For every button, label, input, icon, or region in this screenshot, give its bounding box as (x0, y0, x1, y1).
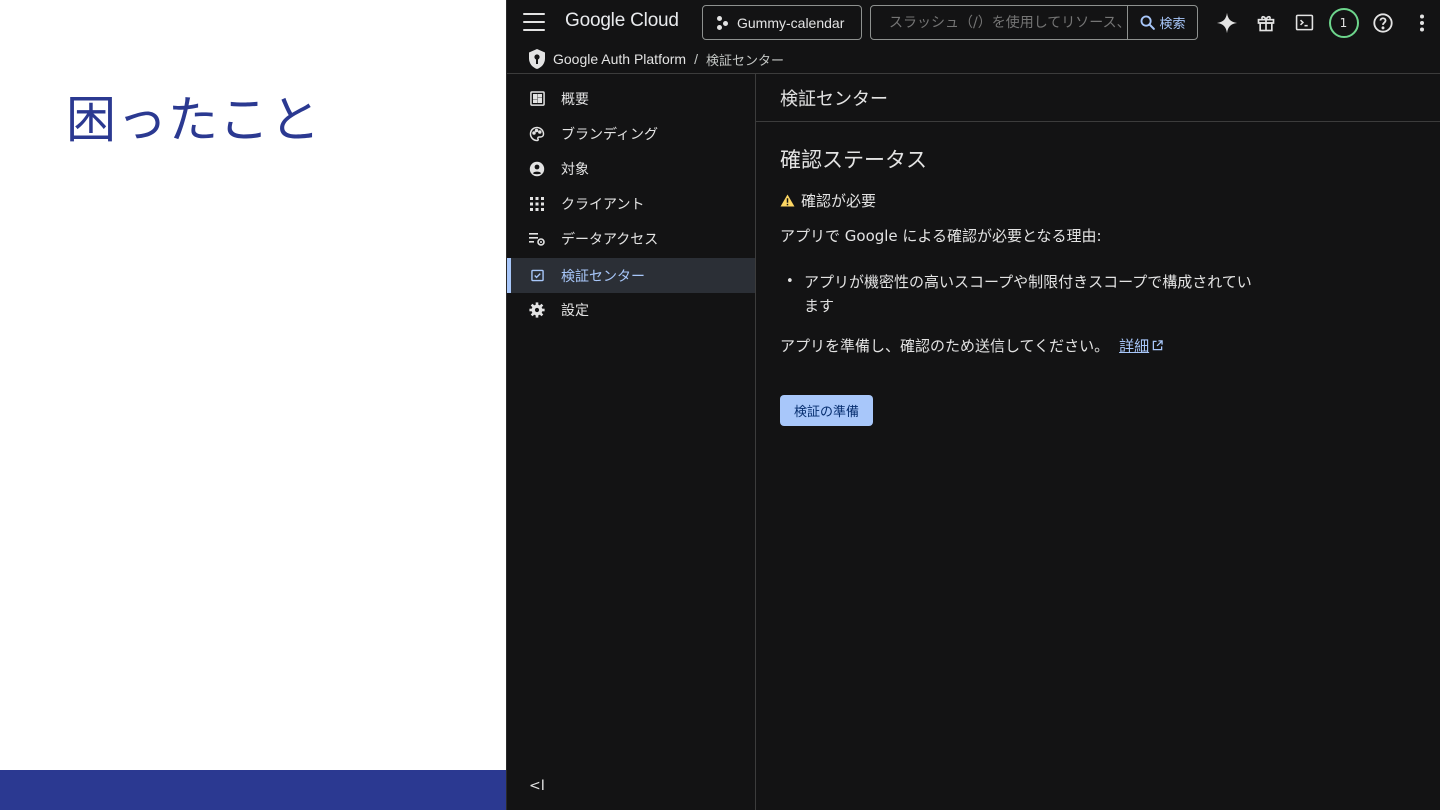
notifications-button[interactable]: 1 (1324, 5, 1363, 40)
collapse-sidebar-button[interactable]: <I (529, 778, 545, 794)
breadcrumb-separator: / (694, 51, 698, 67)
breadcrumb-product-link[interactable]: Google Auth Platform (553, 51, 686, 67)
list-item: アプリが機密性の高いスコープや制限付きスコープで構成されています (786, 270, 1266, 318)
slide-title: 困ったこと (66, 91, 321, 149)
sidebar-item-label: ブランディング (561, 126, 659, 143)
breadcrumb: Google Auth Platform / 検証センター (507, 45, 1440, 74)
learn-more-link[interactable]: 詳細 (1119, 335, 1163, 356)
google-cloud-logo[interactable]: Google Cloud (565, 10, 679, 32)
search-input[interactable] (871, 6, 1127, 39)
submit-instructions: アプリを準備し、確認のため送信してください。 詳細 (780, 335, 1163, 356)
project-name: Gummy-calendar (737, 14, 845, 31)
sidebar-item-audience[interactable]: 対象 (507, 151, 755, 186)
project-picker-button[interactable]: Gummy-calendar (702, 5, 862, 40)
top-icon-group: 1 (1207, 5, 1440, 40)
search-button-label: 検索 (1159, 17, 1186, 32)
list-settings-icon (529, 231, 545, 247)
account-circle-icon (529, 161, 545, 177)
search-button[interactable]: 検索 (1127, 6, 1197, 39)
hamburger-menu-icon[interactable] (523, 13, 545, 31)
gear-icon (529, 301, 545, 318)
reason-heading: アプリで Google による確認が必要となる理由: (780, 227, 1102, 245)
sidebar-item-data-access[interactable]: データアクセス (507, 221, 755, 256)
learn-more-label: 詳細 (1119, 337, 1150, 355)
submit-text: アプリを準備し、確認のため送信してください。 (780, 337, 1110, 355)
sidebar-item-verification-center[interactable]: 検証センター (507, 258, 755, 293)
search-bar: 検索 (870, 5, 1198, 40)
main-content: 検証センター 確認ステータス 確認が必要 アプリで Google による確認が必… (756, 74, 1440, 810)
breadcrumb-current: 検証センター (705, 53, 784, 69)
sidebar-item-branding[interactable]: ブランディング (507, 116, 755, 151)
slide-footer-band (0, 770, 508, 810)
sidebar-item-settings[interactable]: 設定 (507, 292, 755, 327)
auth-shield-icon (529, 49, 545, 69)
more-vert-icon[interactable] (1402, 5, 1440, 40)
sidebar-item-label: データアクセス (561, 231, 659, 248)
sidebar-item-label: 検証センター (561, 268, 645, 285)
top-app-bar: Google Cloud Gummy-calendar 検索 (507, 0, 1440, 45)
notification-count-badge: 1 (1328, 7, 1359, 38)
dashboard-icon (529, 91, 545, 107)
project-hierarchy-icon (717, 15, 729, 30)
warning-icon (780, 194, 795, 207)
side-navigation: 概要 ブランディング 対象 クライアント データアクセス 検証センター 設定 <… (507, 74, 756, 810)
sidebar-item-overview[interactable]: 概要 (507, 81, 755, 116)
sidebar-item-label: 対象 (561, 161, 589, 178)
apps-grid-icon (529, 196, 545, 212)
prepare-verification-button[interactable]: 検証の準備 (780, 395, 873, 426)
help-icon[interactable] (1363, 5, 1402, 40)
sidebar-item-clients[interactable]: クライアント (507, 186, 755, 221)
sidebar-item-label: 設定 (561, 302, 589, 319)
page-title: 検証センター (756, 74, 1440, 122)
palette-icon (529, 126, 545, 142)
section-title: 確認ステータス (780, 148, 927, 172)
cloud-console-screenshot: Google Cloud Gummy-calendar 検索 (506, 0, 1440, 810)
search-icon (1141, 15, 1156, 30)
verified-checkbox-icon (529, 268, 545, 284)
gemini-sparkle-icon[interactable] (1207, 5, 1246, 40)
sidebar-item-label: 概要 (561, 91, 589, 108)
sidebar-item-label: クライアント (561, 196, 645, 213)
open-in-new-icon (1152, 340, 1163, 351)
gift-icon[interactable] (1246, 5, 1285, 40)
verification-status: 確認が必要 (780, 190, 876, 211)
reason-list: アプリが機密性の高いスコープや制限付きスコープで構成されています (786, 270, 1266, 318)
status-text: 確認が必要 (801, 192, 877, 210)
cloud-shell-terminal-icon[interactable] (1285, 5, 1324, 40)
